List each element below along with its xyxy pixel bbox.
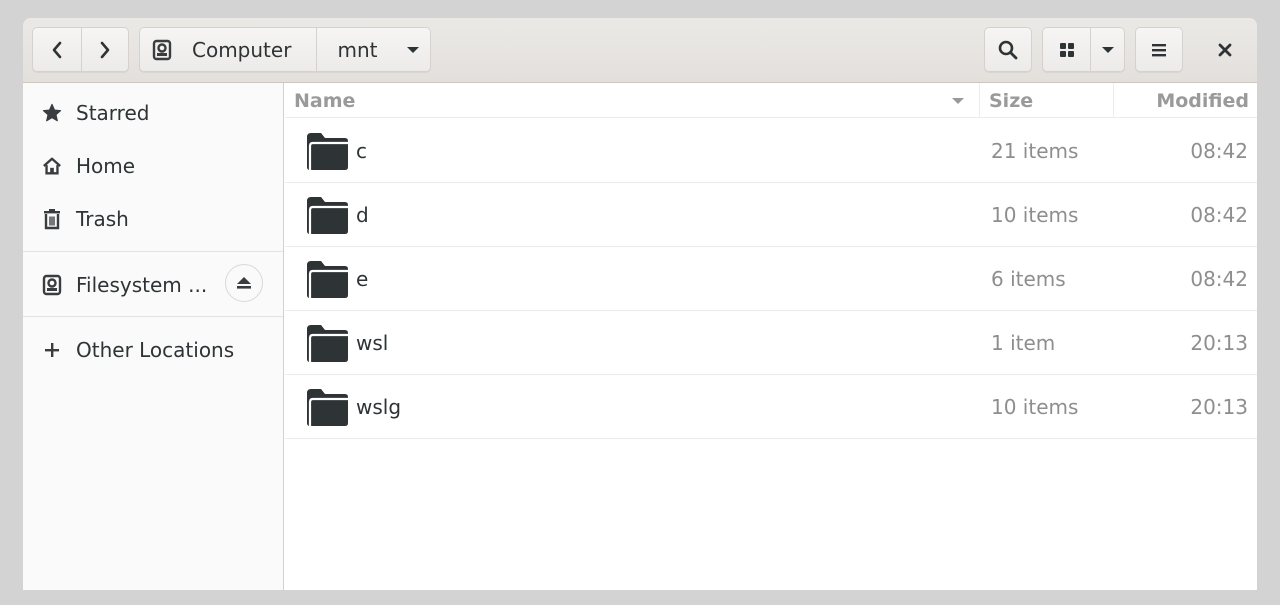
file-size: 6 items bbox=[991, 266, 1066, 291]
star-icon bbox=[42, 103, 62, 123]
grid-view-button[interactable] bbox=[1043, 28, 1090, 71]
folder-icon bbox=[307, 197, 348, 234]
column-header-size[interactable]: Size bbox=[989, 83, 1033, 118]
sidebar-item-trash[interactable]: Trash bbox=[23, 195, 283, 243]
trash-icon bbox=[42, 209, 62, 230]
view-buttons bbox=[1042, 27, 1125, 72]
sidebar: Starred Home Trash Filesystem ... Other … bbox=[23, 83, 284, 590]
folder-icon bbox=[307, 389, 348, 426]
file-name: wslg bbox=[356, 394, 402, 419]
table-row[interactable]: c 21 items 08:42 bbox=[285, 119, 1257, 183]
path-button-computer[interactable]: Computer bbox=[140, 28, 316, 71]
search-icon bbox=[998, 40, 1018, 59]
table-row[interactable]: e 6 items 08:42 bbox=[285, 247, 1257, 311]
file-modified: 20:13 bbox=[1190, 330, 1248, 355]
folder-icon bbox=[307, 261, 348, 298]
file-modified: 08:42 bbox=[1190, 266, 1248, 291]
main-menu-button[interactable] bbox=[1135, 27, 1183, 72]
table-row[interactable]: wsl 1 item 20:13 bbox=[285, 311, 1257, 375]
file-modified: 20:13 bbox=[1190, 394, 1248, 419]
sidebar-item-home[interactable]: Home bbox=[23, 142, 283, 190]
plus-icon bbox=[42, 340, 62, 360]
file-size: 1 item bbox=[991, 330, 1056, 355]
file-size: 10 items bbox=[991, 394, 1079, 419]
column-header: Name Size Modified bbox=[285, 83, 1257, 118]
file-list: Name Size Modified c 21 items 08:42 d 10… bbox=[285, 83, 1257, 590]
file-size: 21 items bbox=[991, 138, 1079, 163]
file-size: 10 items bbox=[991, 202, 1079, 227]
home-icon bbox=[42, 156, 62, 176]
chevron-down-icon bbox=[406, 46, 419, 53]
column-header-name[interactable]: Name bbox=[294, 83, 355, 118]
chevron-right-icon bbox=[100, 41, 110, 58]
eject-icon bbox=[237, 277, 251, 289]
path-label-computer: Computer bbox=[192, 37, 292, 62]
folder-icon bbox=[307, 325, 348, 362]
hamburger-menu-icon bbox=[1152, 43, 1166, 56]
file-modified: 08:42 bbox=[1190, 138, 1248, 163]
close-button[interactable] bbox=[1203, 27, 1247, 72]
column-separator bbox=[1113, 83, 1114, 118]
search-button[interactable] bbox=[984, 27, 1032, 72]
sidebar-label: Filesystem ... bbox=[76, 273, 208, 297]
drive-icon bbox=[42, 274, 62, 296]
sidebar-label: Home bbox=[76, 154, 136, 178]
forward-button[interactable] bbox=[80, 28, 129, 71]
sidebar-label: Trash bbox=[76, 207, 129, 231]
sidebar-separator bbox=[23, 251, 283, 252]
sort-descending-icon bbox=[952, 98, 964, 104]
drive-icon bbox=[152, 39, 172, 60]
sidebar-label: Starred bbox=[76, 101, 150, 125]
path-bar: Computer mnt bbox=[139, 27, 431, 72]
sidebar-separator bbox=[23, 316, 283, 317]
chevron-left-icon bbox=[52, 41, 62, 58]
navigation-buttons bbox=[32, 27, 129, 72]
eject-button[interactable] bbox=[225, 264, 263, 302]
sidebar-item-other-locations[interactable]: Other Locations bbox=[23, 326, 283, 374]
column-separator bbox=[979, 83, 980, 118]
sidebar-label: Other Locations bbox=[76, 338, 235, 362]
path-button-mnt[interactable]: mnt bbox=[316, 28, 430, 71]
path-label-mnt: mnt bbox=[337, 37, 378, 62]
sidebar-item-starred[interactable]: Starred bbox=[23, 89, 283, 137]
back-button[interactable] bbox=[33, 28, 81, 71]
table-row[interactable]: wslg 10 items 20:13 bbox=[285, 375, 1257, 439]
file-name: d bbox=[356, 202, 369, 227]
file-name: wsl bbox=[356, 330, 389, 355]
view-options-button[interactable] bbox=[1090, 28, 1124, 71]
column-header-modified[interactable]: Modified bbox=[1156, 83, 1249, 118]
file-name: e bbox=[356, 266, 369, 291]
table-row[interactable]: d 10 items 08:42 bbox=[285, 183, 1257, 247]
headerbar: Computer mnt bbox=[23, 18, 1257, 83]
folder-icon bbox=[307, 133, 348, 170]
file-name: c bbox=[356, 138, 367, 163]
close-icon bbox=[1218, 43, 1232, 56]
grid-view-icon bbox=[1059, 42, 1074, 57]
file-manager-window: Computer mnt Starred Home Trash Filesyst… bbox=[23, 18, 1257, 590]
file-modified: 08:42 bbox=[1190, 202, 1248, 227]
chevron-down-icon bbox=[1101, 46, 1114, 53]
